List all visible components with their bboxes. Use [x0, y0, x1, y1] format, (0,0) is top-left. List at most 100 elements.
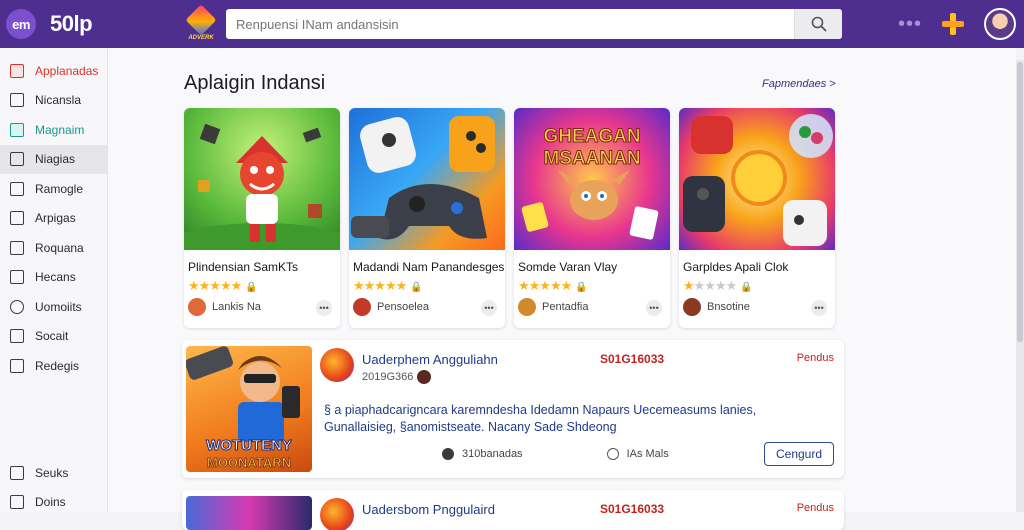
sidebar-item-applanadas[interactable]: Applanadas	[0, 56, 107, 86]
sidebar-item-label: Applanadas	[35, 63, 99, 78]
sidebar-item-label: Arpigas	[35, 211, 76, 226]
featured-app-price: S01G16033	[600, 352, 665, 366]
window-icon	[10, 211, 24, 226]
featured-app-row[interactable]: Uadersbom Pnggulaird S01G16033 Pendus	[182, 490, 844, 530]
featured-app-tag: Pendus	[796, 352, 834, 364]
sidebar-item-label: Socait	[35, 329, 69, 344]
publisher-avatar	[320, 498, 354, 530]
sidebar-item-roquana[interactable]: Roquana	[0, 233, 107, 263]
section-title: Aplaigin Indansi	[184, 72, 326, 94]
folder-icon	[10, 63, 24, 78]
user-avatar[interactable]	[984, 8, 1016, 40]
app-name: Madandi Nam Panandesges	[353, 260, 505, 274]
app-cards-row: Plindensian SamKTs ★★★★★🔒 Lankis Na •••	[184, 108, 844, 328]
featured-app-price: S01G16033	[600, 502, 665, 516]
home-icon	[10, 465, 24, 480]
lock-icon: 🔒	[575, 282, 588, 293]
featured-app-description: § a piaphadcarigncara karemndesha Idedam…	[324, 403, 757, 434]
featured-app-title[interactable]: Uadersbom Pnggulaird	[362, 502, 495, 517]
list-icon	[10, 181, 24, 196]
developer-name: Pentadfia	[542, 301, 589, 313]
badge-icon	[417, 370, 432, 384]
featured-app-art: WOTUTENY MOONATARN	[186, 346, 312, 472]
search-input[interactable]	[226, 9, 794, 39]
meta-downloads: 310banadas	[462, 448, 523, 460]
card-more-button[interactable]: •••	[811, 300, 827, 316]
sidebar-item-doins[interactable]: Doins	[0, 488, 108, 518]
search-bar	[226, 9, 842, 39]
sidebar-item-label: Uomoiits	[35, 299, 82, 314]
app-name: Garpldes Apali Clok	[683, 260, 789, 274]
clock-icon	[606, 448, 619, 460]
sidebar-item-redegis[interactable]: Redegis	[0, 351, 107, 381]
sidebar-item-label: Niagias	[35, 152, 76, 167]
lock-icon	[10, 240, 24, 255]
edit-icon	[10, 329, 24, 344]
sidebar-item-uomoiits[interactable]: Uomoiits	[0, 292, 107, 322]
more-options-icon[interactable]: •••	[898, 13, 922, 36]
lock-icon: 🔒	[245, 282, 258, 293]
svg-text:WOTUTENY: WOTUTENY	[206, 437, 292, 454]
sidebar-item-arpigas[interactable]: Arpigas	[0, 204, 107, 234]
sidebar: Applanadas Nicansla Magnaim Niagias Ramo…	[0, 48, 108, 512]
meta-time: IAs Mals	[626, 448, 669, 460]
developer-name: Lankis Na	[212, 301, 261, 313]
featured-app-subtitle: 2019G366	[362, 370, 432, 384]
minus-box-icon	[10, 358, 24, 373]
card-more-button[interactable]: •••	[316, 300, 332, 316]
goblin-art	[184, 108, 340, 250]
sidebar-item-ramogle[interactable]: Ramogle	[0, 174, 107, 204]
grid-icon	[10, 495, 24, 510]
card-icon	[10, 152, 24, 167]
sidebar-item-magnaim[interactable]: Magnaim	[0, 115, 107, 145]
sidebar-item-label: Hecans	[35, 270, 76, 285]
sidebar-item-niagias[interactable]: Niagias	[0, 144, 107, 174]
rating-stars: ★★★★★ 🔒	[353, 278, 423, 293]
rating-stars: ★★★★★ 🔒	[518, 278, 588, 293]
plus-spark-icon[interactable]	[942, 13, 964, 35]
app-card[interactable]: Garpldes Apali Clok ★★★★★ 🔒 Bnsotine •••	[679, 108, 835, 328]
sidebar-item-label: Roquana	[35, 240, 84, 255]
sidebar-item-label: Nicansla	[35, 93, 82, 108]
controllers-art	[349, 108, 505, 250]
get-app-button[interactable]: Cengurd	[764, 442, 834, 466]
search-button[interactable]	[794, 9, 842, 39]
orbs-art	[679, 108, 835, 250]
featured-app-title[interactable]: Uaderphem Angguliahn	[362, 352, 498, 367]
svg-text:MSAANAN: MSAANAN	[543, 148, 640, 169]
developer-avatar	[518, 298, 536, 316]
card-more-button[interactable]: •••	[646, 300, 662, 316]
lock-icon: 🔒	[740, 282, 753, 293]
app-name: Somde Varan Vlay	[518, 260, 618, 274]
app-logo-label: ADVERK	[188, 35, 214, 41]
search-icon	[10, 299, 24, 314]
svg-text:GHEAGAN: GHEAGAN	[543, 126, 640, 147]
developer-avatar	[353, 298, 371, 316]
document-icon	[10, 270, 24, 285]
see-more-link[interactable]: Fapmendaes >	[762, 78, 836, 90]
sidebar-item-nicansla[interactable]: Nicansla	[0, 86, 107, 116]
app-card[interactable]: GHEAGAN MSAANAN Somde Varan Vlay ★★★★★ 🔒 …	[514, 108, 670, 328]
sidebar-item-socait[interactable]: Socait	[0, 322, 107, 352]
card-more-button[interactable]: •••	[481, 300, 497, 316]
featured-app-tag: Pendus	[796, 502, 834, 514]
featured-app-art	[186, 496, 312, 530]
brand[interactable]: em 50lp	[6, 9, 176, 39]
square-icon	[10, 93, 24, 108]
publisher-avatar	[320, 348, 354, 382]
sidebar-item-hecans[interactable]: Hecans	[0, 263, 107, 293]
brand-name: 50lp	[50, 11, 93, 36]
sidebar-item-seuks[interactable]: Seuks	[0, 458, 108, 488]
app-card[interactable]: Plindensian SamKTs ★★★★★ 🔒 Lankis Na •••	[184, 108, 340, 328]
app-card[interactable]: Madandi Nam Panandesges ★★★★★ 🔒 Pensoelea…	[349, 108, 505, 328]
lock-icon: 🔒	[410, 282, 423, 293]
tag-icon	[10, 122, 24, 137]
developer-name: Bnsotine	[707, 301, 750, 313]
featured-app-row[interactable]: WOTUTENY MOONATARN Uaderphem Angguliahn …	[182, 340, 844, 478]
featured-app-id: 2019G366	[362, 370, 414, 383]
creature-art: GHEAGAN MSAANAN	[514, 108, 670, 250]
category-icon	[442, 448, 454, 460]
app-name: Plindensian SamKTs	[188, 260, 299, 274]
scrollbar-thumb[interactable]	[1017, 62, 1023, 342]
app-logo[interactable]: ADVERK	[184, 4, 218, 41]
